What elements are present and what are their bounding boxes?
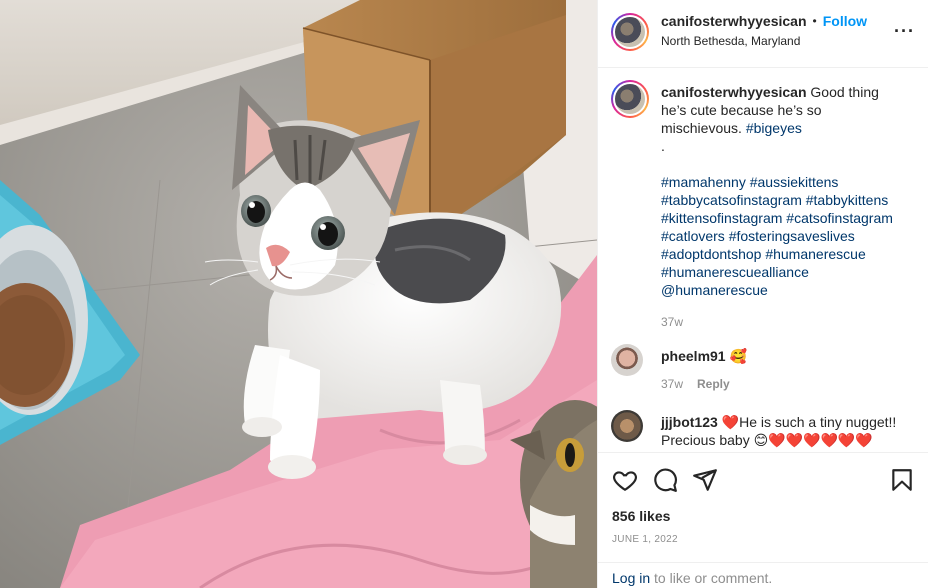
hashtag-link[interactable]: #humanerescuealliance [661, 264, 809, 280]
location-link[interactable]: North Bethesda, Maryland [661, 34, 867, 48]
hashtag-link[interactable]: #mamahenny [661, 174, 746, 190]
avatar[interactable] [611, 13, 649, 51]
hashtag-list: #mamahenny #aussiekittens #tabbycatsofin… [661, 173, 901, 299]
hashtag-link[interactable]: #adoptdontshop [661, 246, 761, 262]
login-link[interactable]: Log in [612, 570, 650, 586]
login-text: to like or comment. [650, 570, 773, 586]
hashtag-link[interactable]: #bigeyes [746, 120, 802, 136]
separator-dot: • [812, 14, 817, 28]
caption-username[interactable]: canifosterwhyyesican [661, 84, 807, 100]
comment-avatar[interactable] [611, 344, 643, 376]
hashtag-link[interactable]: #aussiekittens [750, 174, 839, 190]
follow-button[interactable]: Follow [823, 13, 867, 29]
action-icons [612, 467, 915, 493]
comment-body: pheelm91 🥰 37w Reply [661, 347, 911, 393]
actions-section: 856 likes JUNE 1, 2022 [598, 452, 928, 562]
comments-area[interactable]: canifosterwhyyesican Good thing he’s cut… [598, 68, 928, 452]
post-panel: canifosterwhyyesican • Follow North Beth… [597, 0, 928, 588]
comment-time[interactable]: 37w [661, 375, 683, 393]
post-photo[interactable] [0, 0, 597, 588]
likes-count[interactable]: 856 likes [612, 508, 670, 524]
hashtag-link[interactable]: #tabbykittens [806, 192, 889, 208]
login-prompt: Log in to like or comment. [598, 562, 928, 588]
caption-dot: . [661, 138, 665, 154]
avatar-image [615, 84, 645, 114]
hashtag-link[interactable]: #catsofinstagram [786, 210, 893, 226]
comment-body: jjjbot123 ❤️He is such a tiny nugget!! P… [661, 413, 911, 449]
hashtag-link[interactable]: #fosteringsaveslives [729, 228, 855, 244]
comment-avatar[interactable] [611, 410, 643, 442]
kitten-photo [0, 0, 597, 588]
caption-text-block: canifosterwhyyesican Good thing he’s cut… [661, 83, 901, 331]
reply-button[interactable]: Reply [697, 375, 730, 393]
caption-time[interactable]: 37w [661, 313, 901, 331]
username-link[interactable]: canifosterwhyyesican [661, 13, 807, 29]
comment-icon[interactable] [652, 467, 678, 493]
post-header: canifosterwhyyesican • Follow North Beth… [598, 0, 928, 68]
post-date[interactable]: JUNE 1, 2022 [612, 534, 678, 545]
hashtag-link[interactable]: #tabbycatsofinstagram [661, 192, 802, 208]
comment-username[interactable]: jjjbot123 [661, 414, 718, 430]
comment-username[interactable]: pheelm91 [661, 348, 726, 364]
hashtag-link[interactable]: #kittensofinstagram [661, 210, 782, 226]
avatar-image [615, 17, 645, 47]
mention-link[interactable]: @humanerescue [661, 282, 768, 298]
instagram-post: canifosterwhyyesican • Follow North Beth… [0, 0, 928, 588]
more-options-icon[interactable]: ··· [894, 22, 915, 40]
share-icon[interactable] [692, 467, 718, 493]
hashtag-link[interactable]: #humanerescue [765, 246, 865, 262]
heart-icon[interactable] [612, 467, 638, 493]
comment-text: 🥰 [729, 348, 747, 364]
hashtag-link[interactable]: #catlovers [661, 228, 725, 244]
caption-avatar[interactable] [611, 80, 649, 118]
header-text: canifosterwhyyesican • Follow North Beth… [661, 13, 867, 48]
bookmark-icon[interactable] [889, 467, 915, 493]
